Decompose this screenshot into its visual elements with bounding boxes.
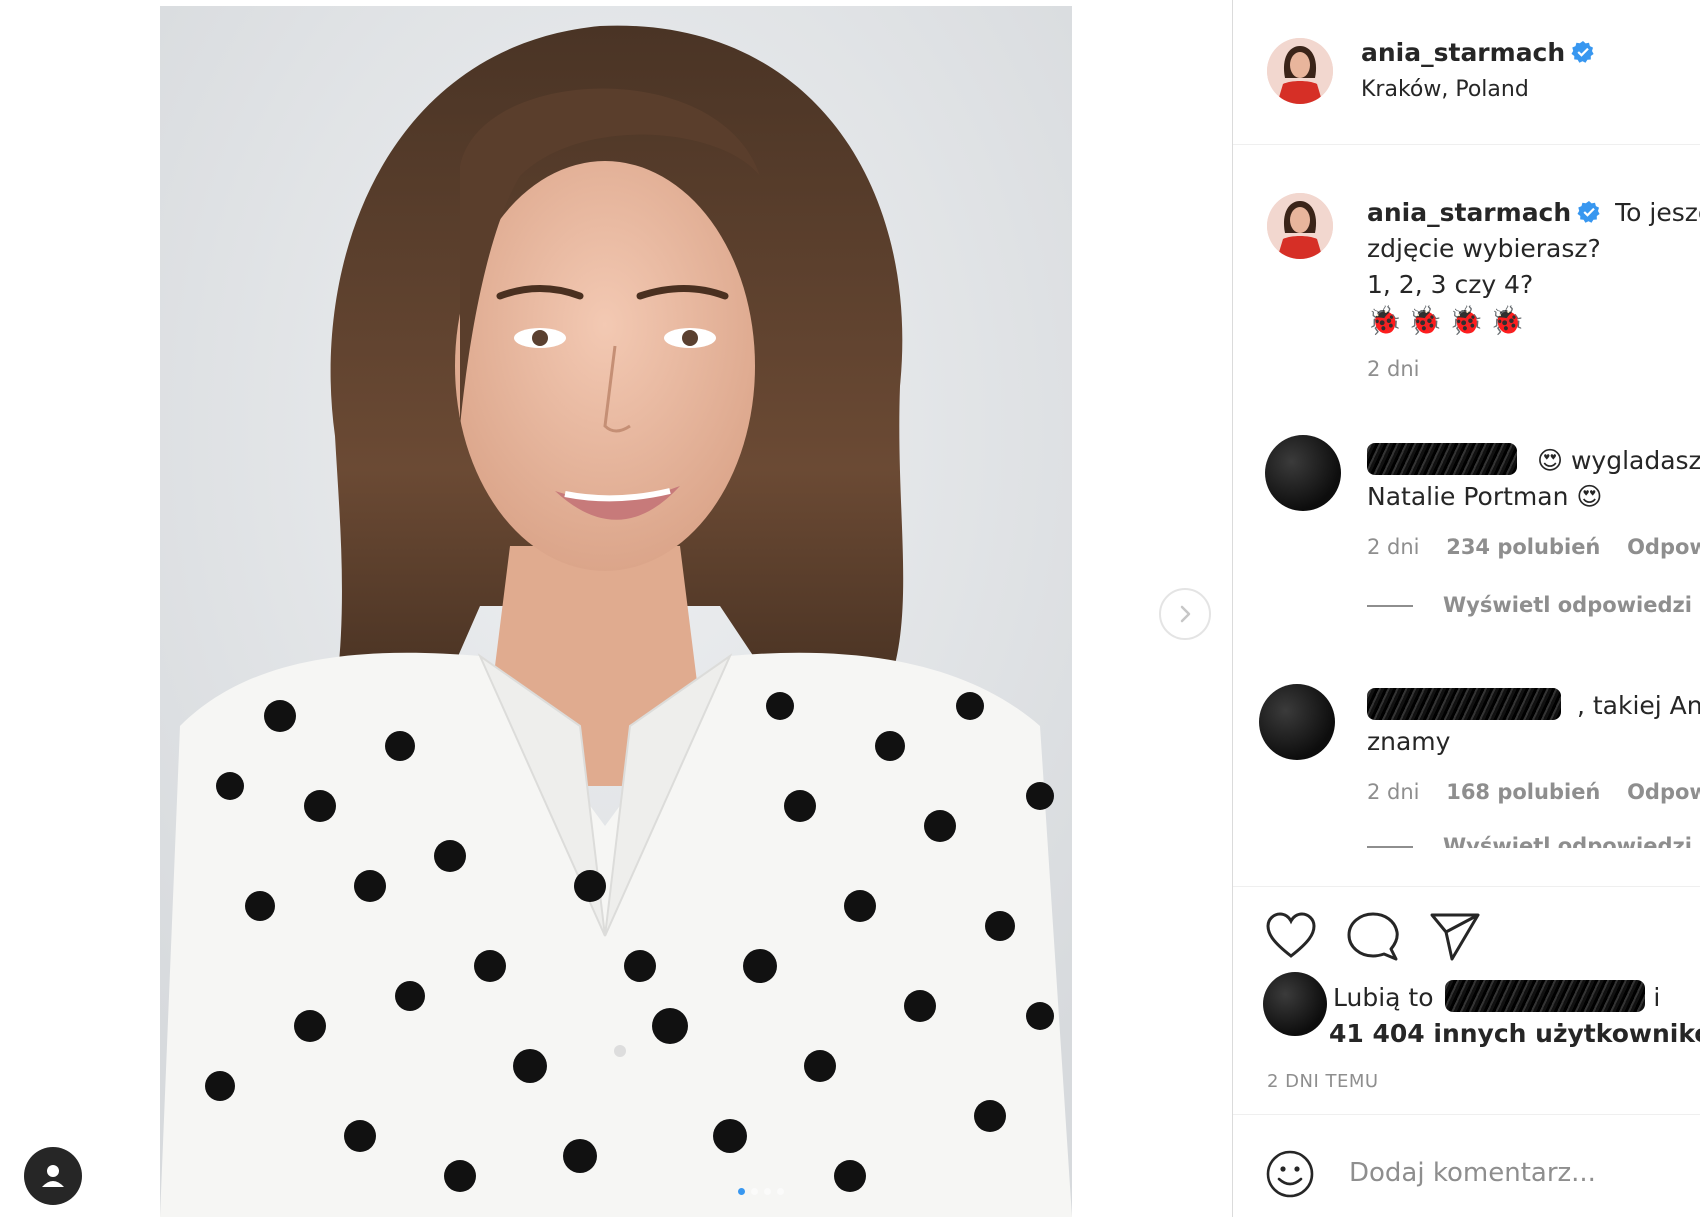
post-location[interactable]: Kraków, Poland: [1361, 77, 1595, 102]
comment-text: , takiej Ani: [1576, 691, 1700, 720]
comment-time[interactable]: 2 dni: [1367, 535, 1420, 559]
comment-meta: 2 dni 168 polubień Odpowi: [1367, 780, 1700, 804]
comment-meta: 2 dni 234 polubień Odpow: [1367, 535, 1700, 559]
portrait-image: [160, 6, 1072, 1217]
chevron-right-icon: [1180, 605, 1191, 623]
comment-likes[interactable]: 168 polubień: [1446, 780, 1600, 804]
commenter-avatar[interactable]: [1265, 435, 1341, 511]
share-icon[interactable]: [1429, 912, 1481, 962]
author-avatar[interactable]: [1267, 38, 1333, 104]
likes-count[interactable]: 41 404 innych użytkowników: [1329, 1016, 1700, 1052]
post-header: ania_starmach Kraków, Poland: [1361, 38, 1595, 102]
reply-button[interactable]: Odpow: [1627, 535, 1700, 559]
comment: , takiej Ani znamy 2 dni 168 polubień Od…: [1367, 688, 1700, 848]
comments-divider: [1233, 886, 1700, 887]
reply-line: [1367, 605, 1413, 607]
post-photo[interactable]: [160, 6, 1072, 1217]
next-photo-button[interactable]: [1159, 588, 1211, 640]
heart-icon[interactable]: [1265, 912, 1317, 960]
liker-avatar[interactable]: [1263, 972, 1327, 1036]
liked-by-suffix: i: [1653, 983, 1661, 1012]
commenter-avatar[interactable]: [1259, 684, 1335, 760]
caption-text: 1, 2, 3 czy 4?: [1367, 270, 1534, 299]
comment: 😍 wygladasz Natalie Portman 😍 2 dni 234 …: [1367, 443, 1700, 617]
caption-emoji: 🐞🐞🐞🐞: [1367, 304, 1531, 337]
caption-text: zdjęcie wybierasz?: [1367, 234, 1601, 263]
caption-avatar-image: [1267, 193, 1333, 259]
caption-time[interactable]: 2 dni: [1367, 357, 1700, 381]
caption-text: To jeszcz: [1615, 198, 1700, 227]
verified-icon: [1571, 41, 1594, 63]
liked-by: Lubią to i 41 404 innych użytkowników: [1329, 980, 1700, 1052]
caption-username[interactable]: ania_starmach: [1367, 198, 1571, 227]
emoji-icon[interactable]: [1265, 1149, 1315, 1199]
carousel-dot: [777, 1188, 784, 1195]
view-replies-label: Wyświetl odpowiedzi (: [1443, 834, 1700, 848]
profile-avatar-button[interactable]: [24, 1147, 82, 1205]
comment-time[interactable]: 2 dni: [1367, 780, 1420, 804]
carousel-indicator: [738, 1188, 784, 1195]
carousel-dot: [738, 1188, 745, 1195]
carousel-dot: [764, 1188, 771, 1195]
redacted-username[interactable]: [1367, 688, 1561, 720]
reply-line: [1367, 846, 1413, 848]
caption-avatar[interactable]: [1267, 193, 1333, 259]
post-caption: ania_starmach To jeszcz zdjęcie wybieras…: [1367, 195, 1700, 381]
carousel-dot: [751, 1188, 758, 1195]
verified-icon: [1577, 201, 1600, 223]
header-divider: [1233, 144, 1700, 145]
view-replies-button[interactable]: Wyświetl odpowiedzi (: [1367, 593, 1700, 617]
comment-input-placeholder: Dodaj komentarz...: [1349, 1158, 1596, 1188]
liked-by-prefix: Lubią to: [1333, 983, 1434, 1012]
redacted-username[interactable]: [1367, 443, 1517, 475]
view-replies-label: Wyświetl odpowiedzi (: [1443, 593, 1700, 617]
input-divider: [1233, 1114, 1700, 1115]
reply-button[interactable]: Odpowi: [1627, 780, 1700, 804]
comment-icon[interactable]: [1347, 912, 1399, 962]
comment-likes[interactable]: 234 polubień: [1446, 535, 1600, 559]
post-time[interactable]: 2 DNI TEMU: [1267, 1071, 1379, 1092]
author-username[interactable]: ania_starmach: [1361, 38, 1565, 67]
comment-text: Natalie Portman 😍: [1367, 482, 1603, 511]
post-side-panel: ania_starmach Kraków, Poland ania_starma…: [1232, 0, 1700, 1217]
comment-text: 😍 wygladasz: [1536, 446, 1700, 475]
comment-text: znamy: [1367, 727, 1451, 756]
view-replies-button[interactable]: Wyświetl odpowiedzi (: [1367, 834, 1700, 848]
author-avatar-image: [1267, 38, 1333, 104]
redacted-username[interactable]: [1445, 980, 1646, 1012]
comment-input[interactable]: Dodaj komentarz...: [1349, 1158, 1596, 1188]
user-icon: [42, 1165, 64, 1187]
